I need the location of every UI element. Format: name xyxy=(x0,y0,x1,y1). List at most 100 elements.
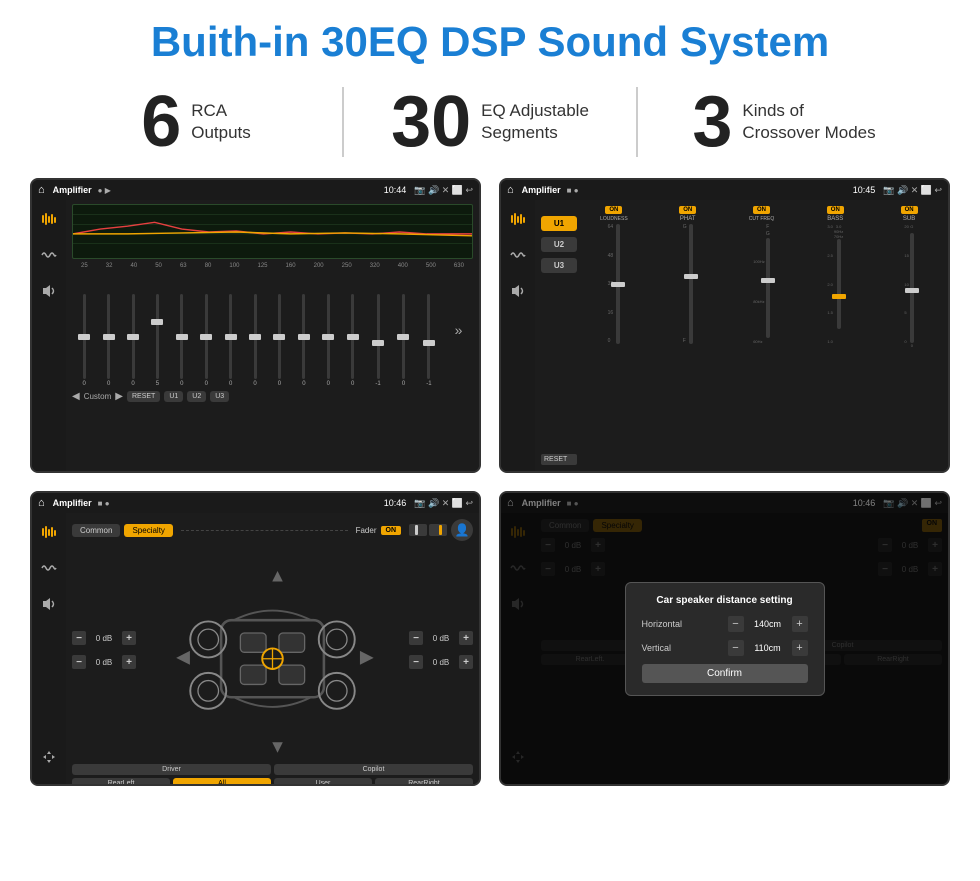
eq-slider-col-14: 0 xyxy=(402,277,405,387)
tab-common[interactable]: Common xyxy=(72,524,120,537)
vol-plus-1[interactable]: + xyxy=(122,631,136,645)
arrows-icon-3[interactable] xyxy=(38,746,60,768)
vol-control-2: − 0 dB + xyxy=(72,655,136,669)
screen2-title: Amplifier xyxy=(522,185,561,195)
channel-phat: ON PHAT GF xyxy=(655,206,721,465)
btn-copilot[interactable]: Copilot xyxy=(274,764,473,775)
eq-slider-col-1: 0 xyxy=(83,277,86,387)
confirm-button[interactable]: Confirm xyxy=(642,664,808,683)
screen1-content: 253240506380100125160200250320400500630 … xyxy=(32,200,479,471)
stat-divider-1 xyxy=(342,87,344,157)
page-title: Buith-in 30EQ DSP Sound System xyxy=(0,0,980,76)
screen3-title: Amplifier xyxy=(53,498,92,508)
vol-plus-3[interactable]: + xyxy=(459,631,473,645)
screen-eq: ⌂ Amplifier ● ▶ 10:44 📷 🔊 ✕ ⬜ ↩ xyxy=(30,178,481,473)
eq-slider-col-6: 0 xyxy=(205,277,208,387)
eq-icon-2[interactable] xyxy=(507,208,529,230)
home-icon-3[interactable]: ⌂ xyxy=(38,497,45,509)
channel-cutfreq: ON CUT FREQ 100Hz80kHz60Hz F G xyxy=(729,206,795,465)
fader-on-btn[interactable]: ON xyxy=(381,526,402,535)
bass-on-btn[interactable]: ON xyxy=(827,206,844,214)
eq-u3-btn[interactable]: U3 xyxy=(210,391,229,402)
btn-row-bottom: Driver Copilot xyxy=(72,764,473,775)
cutfreq-label: CUT FREQ xyxy=(749,216,774,222)
eq-icon[interactable] xyxy=(38,208,60,230)
btn-all[interactable]: All xyxy=(173,778,271,786)
eq-icon-3[interactable] xyxy=(38,521,60,543)
vol-minus-4[interactable]: − xyxy=(409,655,423,669)
phat-on-btn[interactable]: ON xyxy=(679,206,696,214)
status-time-3: 10:46 xyxy=(384,498,407,508)
tab-specialty[interactable]: Specialty xyxy=(124,524,172,537)
status-icons-3: 📷 🔊 ✕ ⬜ ↩ xyxy=(414,498,473,509)
eq-more-icon[interactable]: » xyxy=(455,322,463,338)
loudness-on-btn[interactable]: ON xyxy=(605,206,622,214)
vol-minus-3[interactable]: − xyxy=(409,631,423,645)
btn-rearright[interactable]: RearRight xyxy=(375,778,473,786)
sub-on-btn[interactable]: ON xyxy=(901,206,918,214)
horizontal-minus[interactable]: − xyxy=(728,616,744,632)
fader-tabs: Common Specialty Fader ON 👤 xyxy=(72,519,473,541)
btn-rearleft[interactable]: RearLeft xyxy=(72,778,170,786)
screen2-content: U1 U2 U3 RESET ON LOUDNESS 644832160 xyxy=(501,200,948,471)
bass-label: BASS xyxy=(827,216,843,222)
vol-plus-2[interactable]: + xyxy=(122,655,136,669)
speaker-icon-3[interactable] xyxy=(38,593,60,615)
btn-row-bottom2: RearLeft All User RearRight xyxy=(72,778,473,786)
fader-user-icon[interactable]: 👤 xyxy=(451,519,473,541)
status-icons-2: 📷 🔊 ✕ ⬜ ↩ xyxy=(883,185,942,196)
screen1-title: Amplifier xyxy=(53,185,92,195)
speaker-icon[interactable] xyxy=(38,280,60,302)
horizontal-plus[interactable]: + xyxy=(792,616,808,632)
stat-number-eq: 30 xyxy=(391,86,471,158)
home-icon-2[interactable]: ⌂ xyxy=(507,184,514,196)
dialog-row-vertical: Vertical − 110cm + xyxy=(642,640,808,656)
status-icons-1: 📷 🔊 ✕ ⬜ ↩ xyxy=(414,185,473,196)
vol-minus-1[interactable]: − xyxy=(72,631,86,645)
dialog-title: Car speaker distance setting xyxy=(642,595,808,606)
speaker-icon-2[interactable] xyxy=(507,280,529,302)
eq-slider-col-4: 5 xyxy=(156,277,159,387)
vol-control-1: − 0 dB + xyxy=(72,631,136,645)
dialog-row-horizontal: Horizontal − 140cm + xyxy=(642,616,808,632)
eq-u2-btn[interactable]: U2 xyxy=(187,391,206,402)
screen-dialog: ⌂ Amplifier ■ ● 10:46 📷 🔊 ✕ ⬜ ↩ xyxy=(499,491,950,786)
horizontal-label: Horizontal xyxy=(642,619,683,629)
eq-next-icon[interactable]: ▶ xyxy=(115,391,123,402)
eq-slider-col-2: 0 xyxy=(107,277,110,387)
stat-divider-2 xyxy=(636,87,638,157)
home-icon-1[interactable]: ⌂ xyxy=(38,184,45,196)
eq-slider-col-5: 0 xyxy=(180,277,183,387)
screen-mixer: ⌂ Amplifier ■ ● 10:45 📷 🔊 ✕ ⬜ ↩ xyxy=(499,178,950,473)
speaker-diagram: ◀ ▶ ▲ ▼ xyxy=(144,547,401,758)
vertical-plus[interactable]: + xyxy=(792,640,808,656)
channel-loudness: ON LOUDNESS 644832160 xyxy=(581,206,647,465)
sidebar-2 xyxy=(501,200,535,471)
btn-driver[interactable]: Driver xyxy=(72,764,271,775)
mixer-reset-btn[interactable]: RESET xyxy=(541,454,577,465)
stat-number-crossover: 3 xyxy=(692,86,732,158)
screens-grid: ⌂ Amplifier ● ▶ 10:44 📷 🔊 ✕ ⬜ ↩ xyxy=(0,172,980,796)
wave-icon-3[interactable] xyxy=(38,557,60,579)
eq-reset-btn[interactable]: RESET xyxy=(127,391,160,402)
wave-icon[interactable] xyxy=(38,244,60,266)
stat-rca: 6 RCA Outputs xyxy=(60,86,332,158)
cutfreq-on-btn[interactable]: ON xyxy=(753,206,770,214)
stat-text-rca: RCA Outputs xyxy=(191,100,251,144)
vertical-minus[interactable]: − xyxy=(728,640,744,656)
eq-slider-col-7: 0 xyxy=(229,277,232,387)
mixer-channels: ON LOUDNESS 644832160 ON xyxy=(581,206,942,465)
btn-user[interactable]: User xyxy=(274,778,372,786)
eq-u1-btn[interactable]: U1 xyxy=(164,391,183,402)
preset-u2[interactable]: U2 xyxy=(541,237,577,252)
eq-sliders: 0 0 0 5 0 xyxy=(72,272,473,387)
svg-text:▼: ▼ xyxy=(269,737,287,757)
preset-u3[interactable]: U3 xyxy=(541,258,577,273)
wave-icon-2[interactable] xyxy=(507,244,529,266)
phat-label: PHAT xyxy=(680,216,696,222)
mixer-presets: U1 U2 U3 RESET xyxy=(541,206,577,465)
eq-prev-icon[interactable]: ◀ xyxy=(72,391,80,402)
vol-plus-4[interactable]: + xyxy=(459,655,473,669)
vol-minus-2[interactable]: − xyxy=(72,655,86,669)
preset-u1[interactable]: U1 xyxy=(541,216,577,231)
